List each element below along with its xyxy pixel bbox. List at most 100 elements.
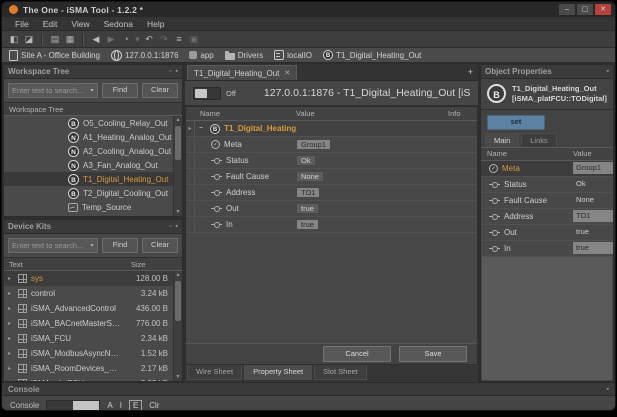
history-dropdown-icon[interactable]: ▾ [134, 33, 141, 46]
power-toggle[interactable] [193, 87, 221, 100]
col-value[interactable]: Value [296, 109, 448, 118]
object-row-fault-cause[interactable]: Fault Cause None [481, 193, 613, 209]
scrollbar-thumb[interactable] [175, 126, 181, 160]
kit-row[interactable]: ▸ iSMA_platFCU 2.35 kB [4, 376, 173, 381]
close-tab-icon[interactable]: ✕ [284, 69, 290, 77]
device-kits-scrollbar[interactable]: ▴ ▾ [173, 271, 182, 381]
tree-item[interactable]: N A1_Heating_Analog_Out [4, 130, 173, 144]
kits-col-text[interactable]: Text [9, 260, 131, 269]
grid-row-status[interactable]: Status Ok [186, 153, 477, 169]
console-filter-info-button[interactable]: I [120, 401, 122, 410]
workspace-find-button[interactable]: Find [102, 83, 138, 98]
pin-icon[interactable]: ▪ [607, 65, 609, 78]
menu-edit[interactable]: Edit [36, 19, 65, 29]
grid-root-row[interactable]: ▸ − B T1_Digital_Heating_Out [186, 121, 477, 137]
restore-panel-icon[interactable]: ▫ [169, 220, 171, 233]
workspace-view-icon[interactable]: ▤ [48, 33, 62, 46]
expand-icon[interactable]: ▸ [8, 275, 14, 282]
tree-item[interactable]: B O5_Cooling_Relay_Out [4, 116, 173, 130]
kit-row[interactable]: ▸ iSMA_AdvancedControl 436.00 B [4, 301, 173, 316]
redo-icon[interactable]: ↷ [157, 33, 171, 46]
scroll-down-icon[interactable]: ▾ [176, 208, 179, 216]
object-row-in[interactable]: In true [481, 241, 613, 257]
grid-row-in[interactable]: In true [186, 217, 477, 233]
console-filter-error-button[interactable]: E [129, 400, 142, 411]
expand-icon[interactable]: ▸ [8, 380, 14, 381]
menu-help[interactable]: Help [140, 19, 171, 29]
kit-row[interactable]: ▸ iSMA_ModbusAsyncNetwork 1.52 kB [4, 346, 173, 361]
kit-manager-icon[interactable]: ▦ [63, 33, 77, 46]
breadcrumb-site[interactable]: Site A - Office Building [9, 50, 100, 61]
value-field[interactable]: TO1 [573, 210, 613, 222]
tree-item[interactable]: Heating [4, 214, 173, 216]
value-field[interactable]: Group1 [573, 162, 613, 174]
object-row-meta[interactable]: ✓ Meta Group1 [481, 161, 613, 177]
minimize-button[interactable]: – [559, 4, 575, 15]
scroll-down-icon[interactable]: ▾ [176, 373, 179, 381]
kits-clear-button[interactable]: Clear [142, 238, 178, 253]
add-tab-icon[interactable]: + [468, 67, 473, 77]
expand-icon[interactable]: ▸ [8, 305, 14, 312]
value-field[interactable]: true [297, 220, 318, 229]
scrollbar-thumb[interactable] [175, 281, 181, 321]
breadcrumb-device[interactable]: 127.0.0.1:1876 [111, 50, 178, 61]
kits-search-input[interactable] [9, 241, 87, 250]
workspace-search-input[interactable] [9, 86, 87, 95]
tab-t1-digital-heating-out[interactable]: T1_Digital_Heating_Out ✕ [187, 65, 297, 80]
value-field[interactable]: TO1 [297, 188, 319, 197]
row-gutter[interactable]: ▸ [186, 121, 195, 136]
pin-icon[interactable]: ▪ [176, 220, 178, 233]
expand-icon[interactable]: ▸ [8, 365, 14, 372]
col-name[interactable]: Name [186, 109, 296, 118]
breadcrumb-localio[interactable]: localIO [274, 50, 312, 60]
col-value[interactable]: Value [573, 149, 613, 158]
scroll-up-icon[interactable]: ▴ [176, 271, 179, 279]
tab-links[interactable]: Links [521, 133, 557, 147]
list-icon[interactable]: ≡ [172, 33, 186, 46]
console-filter-all-button[interactable]: A [107, 401, 112, 410]
grid-row-meta[interactable]: ✓ Meta Group1 [186, 137, 477, 153]
kit-row[interactable]: ▸ control 3.24 kB [4, 286, 173, 301]
tree-item[interactable]: N A3_Fan_Analog_Out [4, 158, 173, 172]
chevron-down-icon[interactable]: ▾ [87, 87, 97, 94]
kits-col-size[interactable]: Size [131, 260, 177, 269]
console-clear-button[interactable]: Clr [149, 401, 159, 410]
pin-icon[interactable]: ▪ [176, 65, 178, 78]
col-info[interactable]: Info [448, 109, 477, 118]
back-icon[interactable]: ◀ [89, 33, 103, 46]
history-icon[interactable]: ◔ [119, 33, 133, 46]
breadcrumb-drivers[interactable]: Drivers [225, 51, 263, 60]
grid-row-out[interactable]: Out true [186, 201, 477, 217]
object-row-status[interactable]: Status Ok [481, 177, 613, 193]
tree-item[interactable]: Temp_Source [4, 200, 173, 214]
scrollbar-thumb[interactable] [73, 401, 99, 410]
deploy-icon[interactable]: ▣ [187, 33, 201, 46]
save-button[interactable]: Save [399, 346, 467, 362]
object-row-out[interactable]: Out true [481, 225, 613, 241]
chevron-down-icon[interactable]: ▾ [87, 242, 97, 249]
forward-icon[interactable]: ▶ [104, 33, 118, 46]
undo-icon[interactable]: ↶ [142, 33, 156, 46]
maximize-button[interactable]: ▢ [577, 4, 593, 15]
grid-row-fault-cause[interactable]: Fault Cause None [186, 169, 477, 185]
object-row-address[interactable]: Address TO1 [481, 209, 613, 225]
expand-icon[interactable]: ▸ [8, 290, 14, 297]
toggle-left-panel-icon[interactable]: ◧ [7, 33, 21, 46]
workspace-clear-button[interactable]: Clear [142, 83, 178, 98]
tab-wire-sheet[interactable]: Wire Sheet [187, 365, 242, 380]
menu-sedona[interactable]: Sedona [97, 19, 140, 29]
tree-item[interactable]: B T2_Digital_Cooling_Out [4, 186, 173, 200]
kit-row[interactable]: ▸ iSMA_FCU 2.34 kB [4, 331, 173, 346]
toggle-bottom-panel-icon[interactable]: ◪ [22, 33, 36, 46]
menu-view[interactable]: View [64, 19, 96, 29]
value-field[interactable]: Group1 [297, 140, 330, 149]
close-button[interactable]: ✕ [595, 4, 611, 15]
tree-item-selected[interactable]: B T1_Digital_Heating_Out [4, 172, 173, 186]
kit-row[interactable]: ▸ iSMA_BACnetMasterSlave 776.00 B [4, 316, 173, 331]
col-name[interactable]: Name [481, 149, 573, 158]
breadcrumb-point[interactable]: B T1_Digital_Heating_Out [323, 50, 421, 60]
collapse-icon[interactable]: − [199, 125, 203, 132]
kit-row[interactable]: ▸ iSMA_RoomDevices_Modbus 2.17 kB [4, 361, 173, 376]
pin-icon[interactable]: ▪ [607, 386, 609, 393]
scroll-up-icon[interactable]: ▴ [176, 116, 179, 124]
